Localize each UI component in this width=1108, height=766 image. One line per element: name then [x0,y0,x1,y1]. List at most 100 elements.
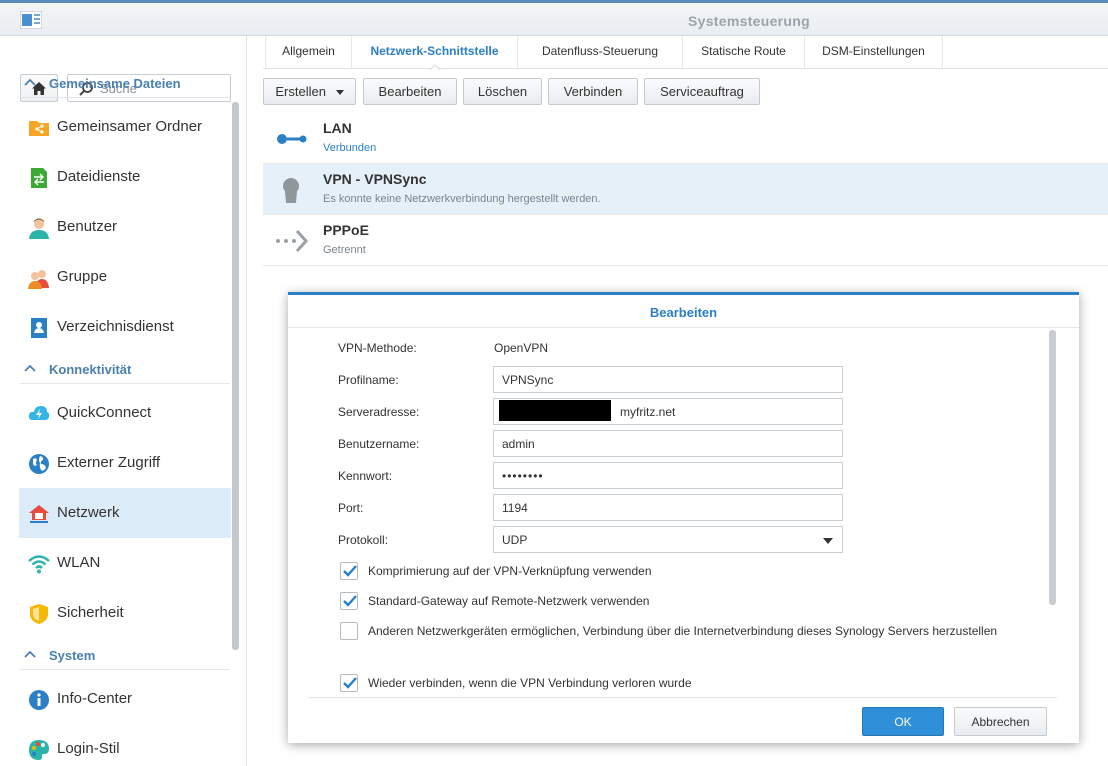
connect-button[interactable]: Verbinden [548,78,638,105]
allow-other-devices-checkbox[interactable] [340,622,358,640]
user-icon [29,218,49,239]
sidebar-item-external-access[interactable]: Externer Zugriff [19,438,231,488]
shared-folder-icon [29,121,49,136]
sidebar-scrollbar[interactable] [232,102,239,650]
section-header-connectivity[interactable]: Konnektivität [20,354,230,384]
port-value: 1194 [502,501,528,515]
info-icon [29,690,49,710]
reconnect-label: Wieder verbinden, wenn die VPN Verbindun… [368,676,692,690]
sidebar-item-directory[interactable]: Verzeichnisdienst [19,302,231,352]
server-address-field[interactable]: myfritz.net [493,398,843,425]
password-field[interactable]: •••••••• [493,462,843,489]
tab-dsm-settings[interactable]: DSM-Einstellungen [805,36,943,69]
cancel-button[interactable]: Abbrechen [954,707,1047,736]
compression-checkbox[interactable] [340,562,358,580]
sidebar-item-label: Benutzer [57,218,118,235]
sidebar-item-login-style[interactable]: Login-Stil [19,724,231,766]
tab-label: Allgemein [282,44,335,58]
sidebar-item-label: WLAN [57,554,101,571]
edit-dialog: Bearbeiten VPN-Methode: OpenVPN Profilna… [288,292,1079,743]
wifi-icon [28,555,50,574]
allow-other-devices-label: Anderen Netzwerkgeräten ermöglichen, Ver… [368,624,998,638]
dialog-divider [308,697,1057,698]
tab-bar: Allgemein Netzwerk-Schnittstelle Datenfl… [263,36,1108,71]
sidebar-item-file-services[interactable]: Dateidienste [19,152,231,202]
checkmark-icon [343,677,357,689]
directory-icon [31,318,47,338]
shield-icon [30,604,48,624]
sidebar-item-quickconnect[interactable]: QuickConnect [19,388,231,438]
interface-name: LAN [323,120,352,136]
interface-row-pppoe[interactable]: PPPoE Getrennt [263,215,1108,266]
sidebar-item-user[interactable]: Benutzer [19,202,231,252]
interface-status: Verbunden [323,142,377,154]
sidebar-item-info-center[interactable]: Info-Center [19,674,231,724]
username-field[interactable]: admin [493,430,843,457]
interface-row-lan[interactable]: LAN Verbunden [263,113,1108,164]
default-gateway-label: Standard-Gateway auf Remote-Netzwerk ver… [368,594,650,608]
port-label: Port: [338,501,364,515]
pppoe-icon [276,229,309,253]
ok-button[interactable]: OK [862,707,944,736]
delete-button[interactable]: Löschen [463,78,542,105]
lan-icon [277,134,307,144]
section-label: Gemeinsame Dateien [49,76,181,91]
tab-general[interactable]: Allgemein [265,36,352,69]
password-value: •••••••• [502,469,544,483]
tab-static-route[interactable]: Statische Route [683,36,805,69]
sidebar-item-label: Gemeinsamer Ordner [57,118,203,135]
section-label: System [49,648,96,663]
protocol-value: UDP [502,533,528,547]
section-header-shared-files[interactable]: Gemeinsame Dateien [20,68,230,98]
sidebar-item-security[interactable]: Sicherheit [19,588,231,638]
checkmark-icon [343,595,357,607]
sidebar-item-label: Externer Zugriff [57,454,161,471]
sidebar-item-group[interactable]: Gruppe [19,252,231,302]
sidebar-item-label: Info-Center [57,690,133,707]
sidebar-item-label: Sicherheit [57,604,124,621]
protocol-label: Protokoll: [338,533,389,547]
tab-label: Statische Route [701,44,786,58]
checkmark-icon [343,565,357,577]
globe-icon [29,454,49,474]
section-header-system[interactable]: System [20,640,230,670]
interface-status: Getrennt [323,244,366,256]
sidebar-item-network[interactable]: Netzwerk [19,488,231,538]
port-field[interactable]: 1194 [493,494,843,521]
edit-label: Bearbeiten [378,84,442,99]
reconnect-checkbox[interactable] [340,674,358,692]
create-button[interactable]: Erstellen [263,78,356,105]
interface-name: VPN - VPNSync [323,171,427,187]
sidebar-item-shared-folder[interactable]: Gemeinsamer Ordner [19,102,231,152]
sidebar-item-label: Login-Stil [57,740,120,757]
protocol-select[interactable]: UDP [493,526,843,553]
caret-down-icon [335,90,344,96]
title-bar: Systemsteuerung [0,0,1108,36]
palette-icon [29,740,49,760]
chevron-up-icon [24,78,36,86]
default-gateway-checkbox[interactable] [340,592,358,610]
vpn-method-value: OpenVPN [494,341,549,355]
profile-name-field[interactable]: VPNSync [493,366,843,393]
file-services-icon [31,168,47,188]
sidebar-item-label: QuickConnect [57,404,152,421]
dialog-title: Bearbeiten [288,295,1079,328]
vpn-keyhole-icon [283,178,299,203]
group-icon [28,270,49,289]
edit-button[interactable]: Bearbeiten [363,78,457,105]
interface-row-vpn[interactable]: VPN - VPNSync Es konnte keine Netzwerkve… [263,164,1108,215]
window-frame [0,0,1108,3]
service-request-button[interactable]: Serviceauftrag [644,78,760,105]
vpn-method-label: VPN-Methode: [338,341,417,355]
redaction-block [499,400,611,421]
sidebar-item-label: Gruppe [57,268,108,285]
server-address-label: Serveradresse: [338,405,420,419]
server-address-value: myfritz.net [620,405,676,419]
dialog-scrollbar[interactable] [1049,330,1056,605]
tab-indicator-inner [429,66,440,71]
tab-traffic-control[interactable]: Datenfluss-Steuerung [518,36,683,69]
password-label: Kennwort: [338,469,393,483]
username-value: admin [502,437,535,451]
tab-network-interface[interactable]: Netzwerk-Schnittstelle [352,36,518,71]
sidebar-item-wlan[interactable]: WLAN [19,538,231,588]
